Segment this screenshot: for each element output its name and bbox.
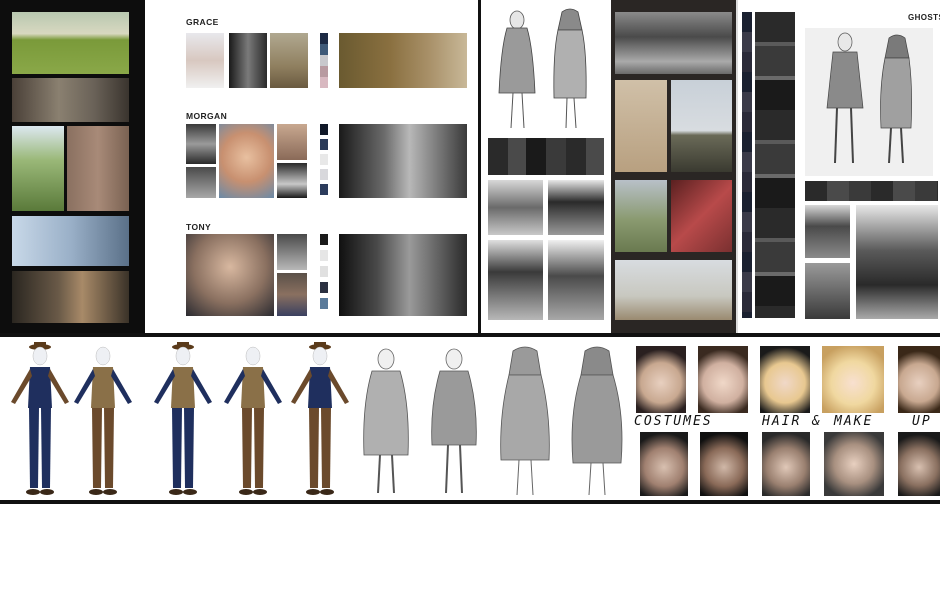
sketch-hooded-coat-4 <box>431 348 477 494</box>
color-swatch <box>320 250 328 261</box>
photo-field-figure <box>615 180 667 252</box>
costume-figure <box>291 342 349 495</box>
sketch-hooded-coat-3 <box>363 348 409 494</box>
color-swatch <box>320 139 328 150</box>
color-swatch <box>320 266 328 277</box>
hair-photo-2 <box>698 346 748 413</box>
color-swatch <box>320 282 328 293</box>
hair-photo-6 <box>640 432 688 496</box>
still-tony <box>339 234 467 316</box>
portrait-grace-2 <box>229 33 267 88</box>
photo-trousers <box>805 263 850 319</box>
photo-stage-scene <box>12 271 129 323</box>
vintage-photo-1 <box>488 180 543 235</box>
sketch-hooded-coat-2 <box>553 8 587 129</box>
photo-suit-man <box>805 205 850 258</box>
caption-word-hair: HAIR <box>762 414 802 429</box>
section-divider-bottom <box>0 500 940 504</box>
character-name-morgan: MORGAN <box>186 111 228 121</box>
photo-heart-bench <box>615 80 667 172</box>
portrait-morgan-3 <box>219 124 274 198</box>
portrait-morgan-1 <box>186 124 216 164</box>
hair-photo-5 <box>898 346 940 413</box>
portrait-morgan-5 <box>277 163 307 198</box>
sketch-cape-woman-2 <box>571 346 623 496</box>
section-divider-top <box>0 333 940 337</box>
fabric-swatch-strip <box>488 138 604 175</box>
photo-road-pole <box>671 80 732 172</box>
color-swatch <box>320 66 328 77</box>
vintage-photo-4 <box>548 240 604 320</box>
character-name-tony: TONY <box>186 222 212 232</box>
costume-figure <box>224 346 282 495</box>
fabric-strip-ghosts <box>805 181 938 201</box>
photo-embrace <box>12 78 129 122</box>
costume-figure <box>11 342 69 495</box>
sketch-cape-woman-1 <box>500 346 550 496</box>
hair-photo-8 <box>762 432 810 496</box>
still-morgan <box>339 124 467 198</box>
photo-field <box>12 12 129 74</box>
photo-trees-house <box>12 126 64 211</box>
hair-photo-3 <box>760 346 810 413</box>
color-swatch <box>320 33 328 44</box>
portrait-grace-1 <box>186 33 224 88</box>
vintage-photo-3 <box>488 240 543 320</box>
character-name-grace: GRACE <box>186 17 219 27</box>
color-swatch <box>320 55 328 66</box>
color-swatch <box>320 234 328 245</box>
board-title-ghosts: GHOSTS <box>908 13 940 22</box>
photo-two-men <box>856 205 938 319</box>
hair-photo-10 <box>898 432 940 496</box>
still-grace <box>339 33 467 88</box>
portrait-morgan-4 <box>277 124 307 160</box>
vintage-photo-2 <box>548 180 604 235</box>
photo-bare-trees <box>615 260 732 320</box>
color-swatch <box>320 169 328 180</box>
photo-red-seat <box>671 180 732 252</box>
portrait-tony-1 <box>186 234 274 316</box>
fabric-column-wide <box>755 12 795 318</box>
sketch-hooded-coat-1 <box>498 10 536 129</box>
portrait-tony-3 <box>277 273 307 316</box>
color-swatch <box>320 77 328 88</box>
hair-photo-7 <box>700 432 748 496</box>
costume-figure <box>74 346 132 495</box>
color-swatch <box>320 124 328 135</box>
portrait-morgan-2 <box>186 167 216 198</box>
portrait-tony-2 <box>277 234 307 270</box>
fabric-column-thin <box>742 12 752 318</box>
color-swatch <box>320 298 328 309</box>
color-swatch <box>320 154 328 165</box>
costume-figure <box>154 342 212 495</box>
color-swatch <box>320 44 328 55</box>
color-swatch <box>320 184 328 195</box>
hair-photo-1 <box>636 346 686 413</box>
photo-vintage-car <box>615 12 732 74</box>
hair-photo-4 <box>822 346 884 413</box>
hair-photo-9 <box>824 432 884 496</box>
photo-stone-wall <box>67 126 129 211</box>
sketch-ghost-couple <box>805 28 933 176</box>
photo-window-figure <box>12 216 129 266</box>
caption-word-ampersand: & <box>812 414 822 429</box>
caption-word-make: MAKE <box>834 414 874 429</box>
caption-word-costumes: COSTUMES <box>634 414 713 429</box>
caption-word-up: UP <box>912 414 932 429</box>
portrait-grace-3 <box>270 33 308 88</box>
